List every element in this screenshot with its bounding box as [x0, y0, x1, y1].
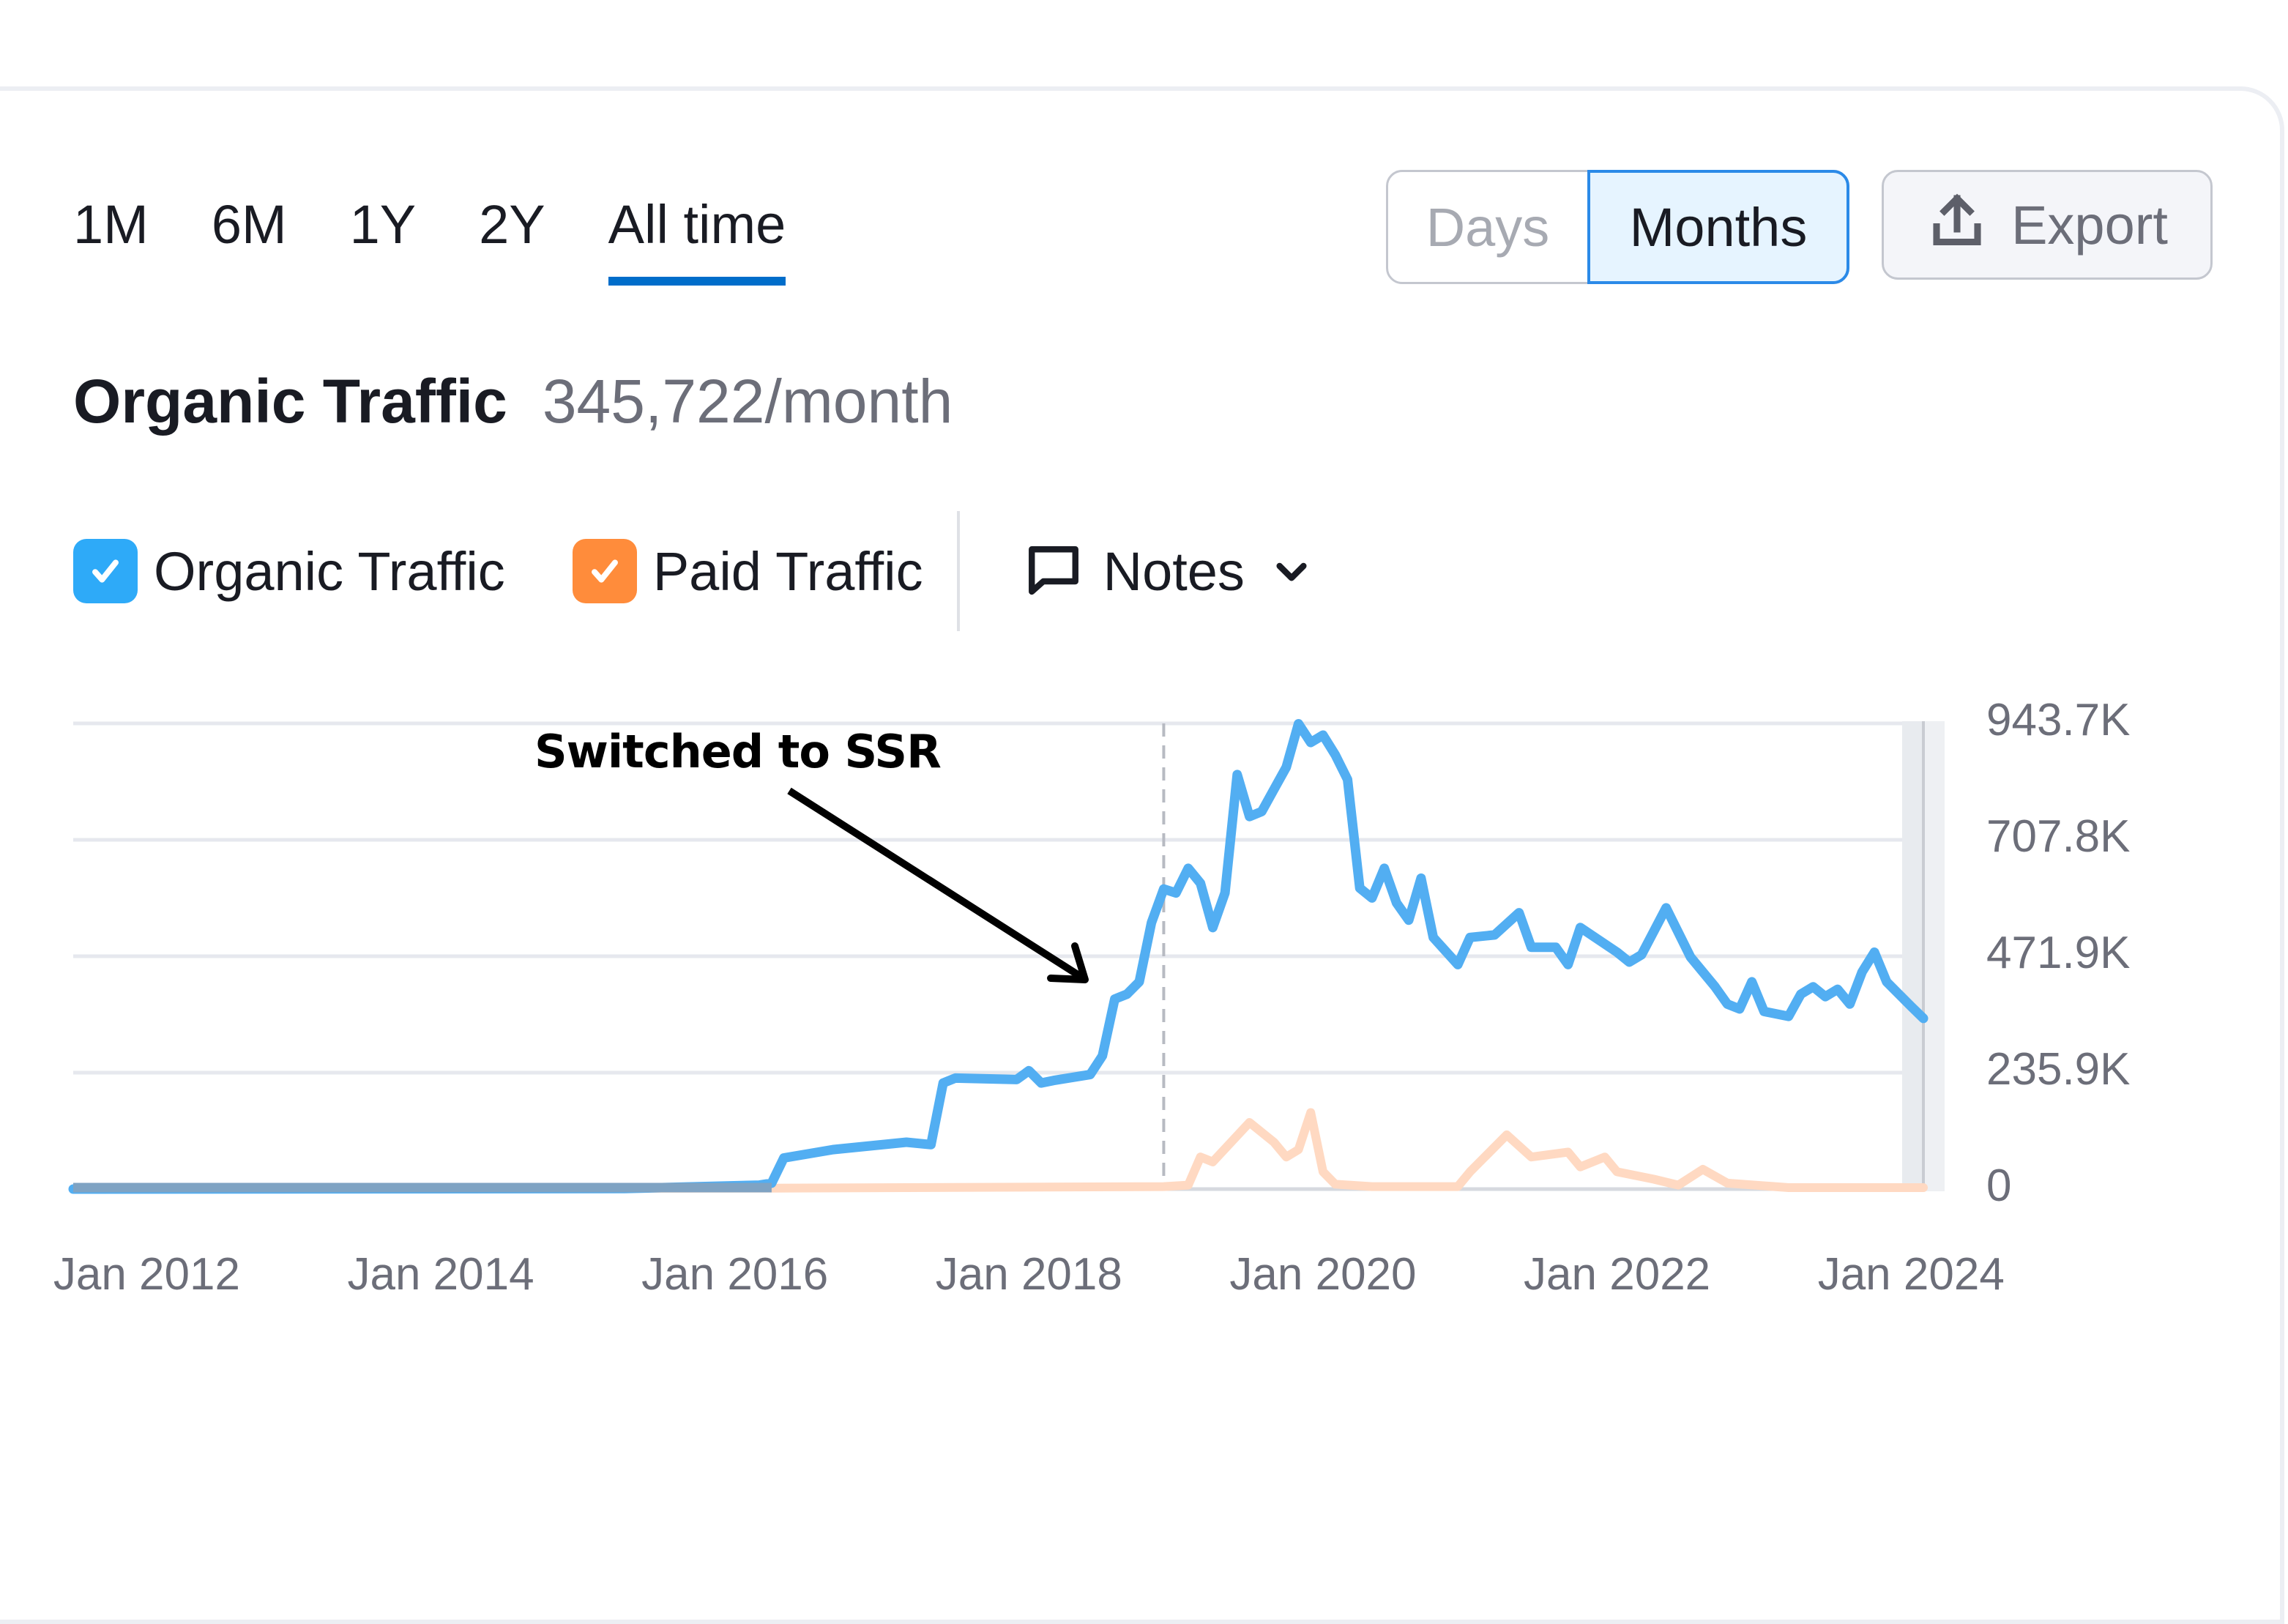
paid-traffic-line[interactable] [69, 1108, 1928, 1193]
x-tick-label: Jan 2020 [1229, 1249, 1417, 1300]
y-tick-label: 0 [1986, 1161, 2012, 1211]
x-tick-label: Jan 2022 [1524, 1249, 1711, 1300]
x-tick-label: Jan 2016 [641, 1249, 829, 1300]
annotation-arrow [787, 787, 1089, 983]
chart-right-edge-shade [1924, 721, 1945, 1191]
annotation-label: Switched to SSR [534, 725, 942, 778]
x-tick-label: Jan 2024 [1817, 1249, 2005, 1300]
x-tick-label: Jan 2014 [347, 1249, 534, 1300]
y-tick-label: 235.9K [1986, 1044, 2131, 1095]
y-tick-label: 471.9K [1986, 927, 2131, 978]
x-tick-label: Jan 2018 [935, 1249, 1122, 1300]
current-period-shade [1902, 721, 1924, 1191]
x-tick-label: Jan 2012 [53, 1249, 240, 1300]
y-tick-label: 943.7K [1986, 695, 2131, 745]
y-tick-label: 707.8K [1986, 811, 2131, 862]
